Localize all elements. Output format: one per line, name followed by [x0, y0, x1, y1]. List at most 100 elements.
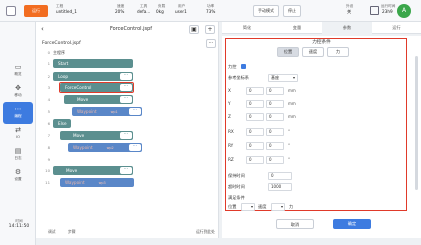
program-panel: ‹ ForceControl.jspf ▣ + ForceControl.jsp…: [36, 22, 219, 238]
hold-time-label: 保持时间: [228, 173, 245, 178]
speed-value[interactable]: 20%: [115, 9, 124, 15]
node-menu-icon[interactable]: ⋯: [120, 73, 132, 80]
gear-icon: ⚙: [14, 168, 22, 176]
sidebar-item-label: 概览: [14, 72, 22, 76]
axis-min-input[interactable]: 0: [246, 87, 264, 95]
node-label: Waypoint: [77, 109, 97, 114]
line-number: 3: [47, 85, 50, 90]
log-icon: ▤: [14, 147, 22, 155]
sidebar-item-io[interactable]: ⇄ IO: [3, 123, 33, 145]
node-waypoint[interactable]: Waypoint wp3: [60, 178, 134, 187]
hold-time-input[interactable]: 0: [268, 172, 292, 180]
force-enable-label: 力控: [228, 64, 237, 69]
program-root: 主程序: [53, 50, 65, 55]
run-to-here-button[interactable]: 运行到此处: [196, 229, 215, 235]
node-waypoint[interactable]: Waypoint wp2 ⋯: [68, 143, 142, 152]
timeout-input[interactable]: 1000: [268, 183, 292, 191]
debug-button[interactable]: 调试: [48, 229, 56, 235]
axis-min-input[interactable]: 0: [246, 100, 264, 108]
save-icon[interactable]: ▣: [189, 25, 199, 34]
tab-run[interactable]: 运行: [372, 22, 421, 34]
force-settings-highlight: [225, 38, 407, 211]
segment-speed[interactable]: 速度: [302, 47, 324, 57]
chevron-down-icon: ▾: [292, 75, 295, 80]
condition-position-select[interactable]: ▾: [241, 203, 255, 211]
node-label: Move: [66, 168, 78, 173]
sidebar-item-overview[interactable]: ▭ 概览: [3, 60, 33, 82]
node-menu-icon[interactable]: ⋯: [120, 132, 132, 139]
more-icon[interactable]: ⋯: [206, 39, 216, 48]
line-number: 11: [45, 180, 50, 185]
force-enable-checkbox[interactable]: [241, 64, 246, 69]
node-else[interactable]: Else: [53, 119, 71, 128]
tab-variables[interactable]: 变量: [272, 22, 322, 34]
axis-max-input[interactable]: 0: [266, 142, 284, 150]
program-footer: 调试 步骤 运行到此处: [36, 227, 219, 238]
condition-label: 满足条件: [228, 195, 245, 200]
sidebar-item-label: IO: [16, 135, 20, 139]
node-loop[interactable]: Loop ⋯: [53, 72, 133, 81]
tab-simplify[interactable]: 简化: [222, 22, 272, 34]
menu-icon[interactable]: [6, 6, 16, 16]
peripheral-value[interactable]: 关: [347, 9, 351, 15]
axis-max-input[interactable]: 0: [266, 156, 284, 164]
node-start[interactable]: Start: [53, 59, 133, 68]
node-label: Else: [58, 121, 67, 126]
stop-button[interactable]: 停止: [283, 5, 301, 17]
node-label: Move: [73, 133, 85, 138]
node-label: Start: [58, 61, 69, 66]
node-move[interactable]: Move ⋯: [64, 95, 133, 104]
line-number: 1: [47, 61, 50, 66]
condition-speed-select[interactable]: ▾: [271, 203, 285, 211]
project-name[interactable]: untitled_1: [56, 9, 77, 15]
condition-position-label: 位置: [228, 204, 237, 209]
mode-button[interactable]: 手动模式: [253, 5, 279, 17]
sidebar-item-log[interactable]: ▤ 日志: [3, 144, 33, 166]
node-move[interactable]: Move ⋯: [60, 131, 133, 140]
sidebar-item-move[interactable]: ✥ 移动: [3, 81, 33, 103]
node-waypoint[interactable]: Waypoint wp1 ⋯: [72, 107, 142, 116]
axis-min-input[interactable]: 0: [246, 128, 264, 136]
confirm-button[interactable]: 确定: [333, 219, 371, 229]
reference-frame-select[interactable]: 基座 ▾: [268, 74, 298, 82]
node-menu-icon[interactable]: ⋯: [120, 167, 132, 174]
scrollbar[interactable]: [415, 56, 418, 190]
load-value[interactable]: 0kg: [156, 9, 164, 15]
node-menu-icon[interactable]: ⋯: [120, 96, 132, 103]
node-menu-icon[interactable]: ⋯: [129, 108, 141, 115]
axis-max-input[interactable]: 0: [266, 100, 284, 108]
timeout-label: 超时时间: [228, 184, 245, 189]
axis-max-input[interactable]: 0: [266, 113, 284, 121]
segment-position[interactable]: 位置: [277, 47, 299, 57]
cancel-button[interactable]: 取消: [276, 219, 314, 229]
node-label: Waypoint: [73, 145, 93, 150]
reference-frame-label: 参考坐标系: [228, 75, 249, 80]
axis-max-input[interactable]: 0: [266, 128, 284, 136]
axis-max-input[interactable]: 0: [266, 87, 284, 95]
node-menu-icon[interactable]: ⋯: [129, 144, 141, 151]
tab-parameters[interactable]: 参数: [322, 22, 372, 34]
sidebar-item-settings[interactable]: ⚙ 设置: [3, 165, 33, 187]
line-number: 8: [47, 145, 50, 150]
add-icon[interactable]: +: [205, 25, 215, 34]
axis-unit: °: [288, 157, 290, 162]
axis-min-input[interactable]: 0: [246, 156, 264, 164]
avatar[interactable]: A: [397, 4, 411, 18]
node-label: Move: [77, 97, 89, 102]
back-arrow-icon[interactable]: ‹: [41, 25, 49, 33]
tool-value[interactable]: defa...: [137, 9, 150, 15]
step-button[interactable]: 步骤: [68, 229, 76, 235]
waypoint-name: wp1: [110, 110, 118, 114]
clock: 时间 14:11:50: [3, 219, 35, 229]
sidebar-item-label: 设置: [14, 177, 22, 181]
node-move[interactable]: Move ⋯: [53, 166, 133, 175]
user-frame-value[interactable]: user1: [175, 9, 187, 15]
axis-min-input[interactable]: 0: [246, 113, 264, 121]
power-value[interactable]: 73%: [206, 9, 215, 15]
segment-force[interactable]: 力: [327, 47, 349, 57]
sidebar-item-program[interactable]: ⋯ 编程: [3, 102, 33, 124]
run-status-badge[interactable]: 运行: [24, 5, 48, 17]
axis-min-input[interactable]: 0: [246, 142, 264, 150]
axis-label: Y: [228, 101, 231, 106]
program-title: ForceControl.jspf: [109, 26, 153, 32]
